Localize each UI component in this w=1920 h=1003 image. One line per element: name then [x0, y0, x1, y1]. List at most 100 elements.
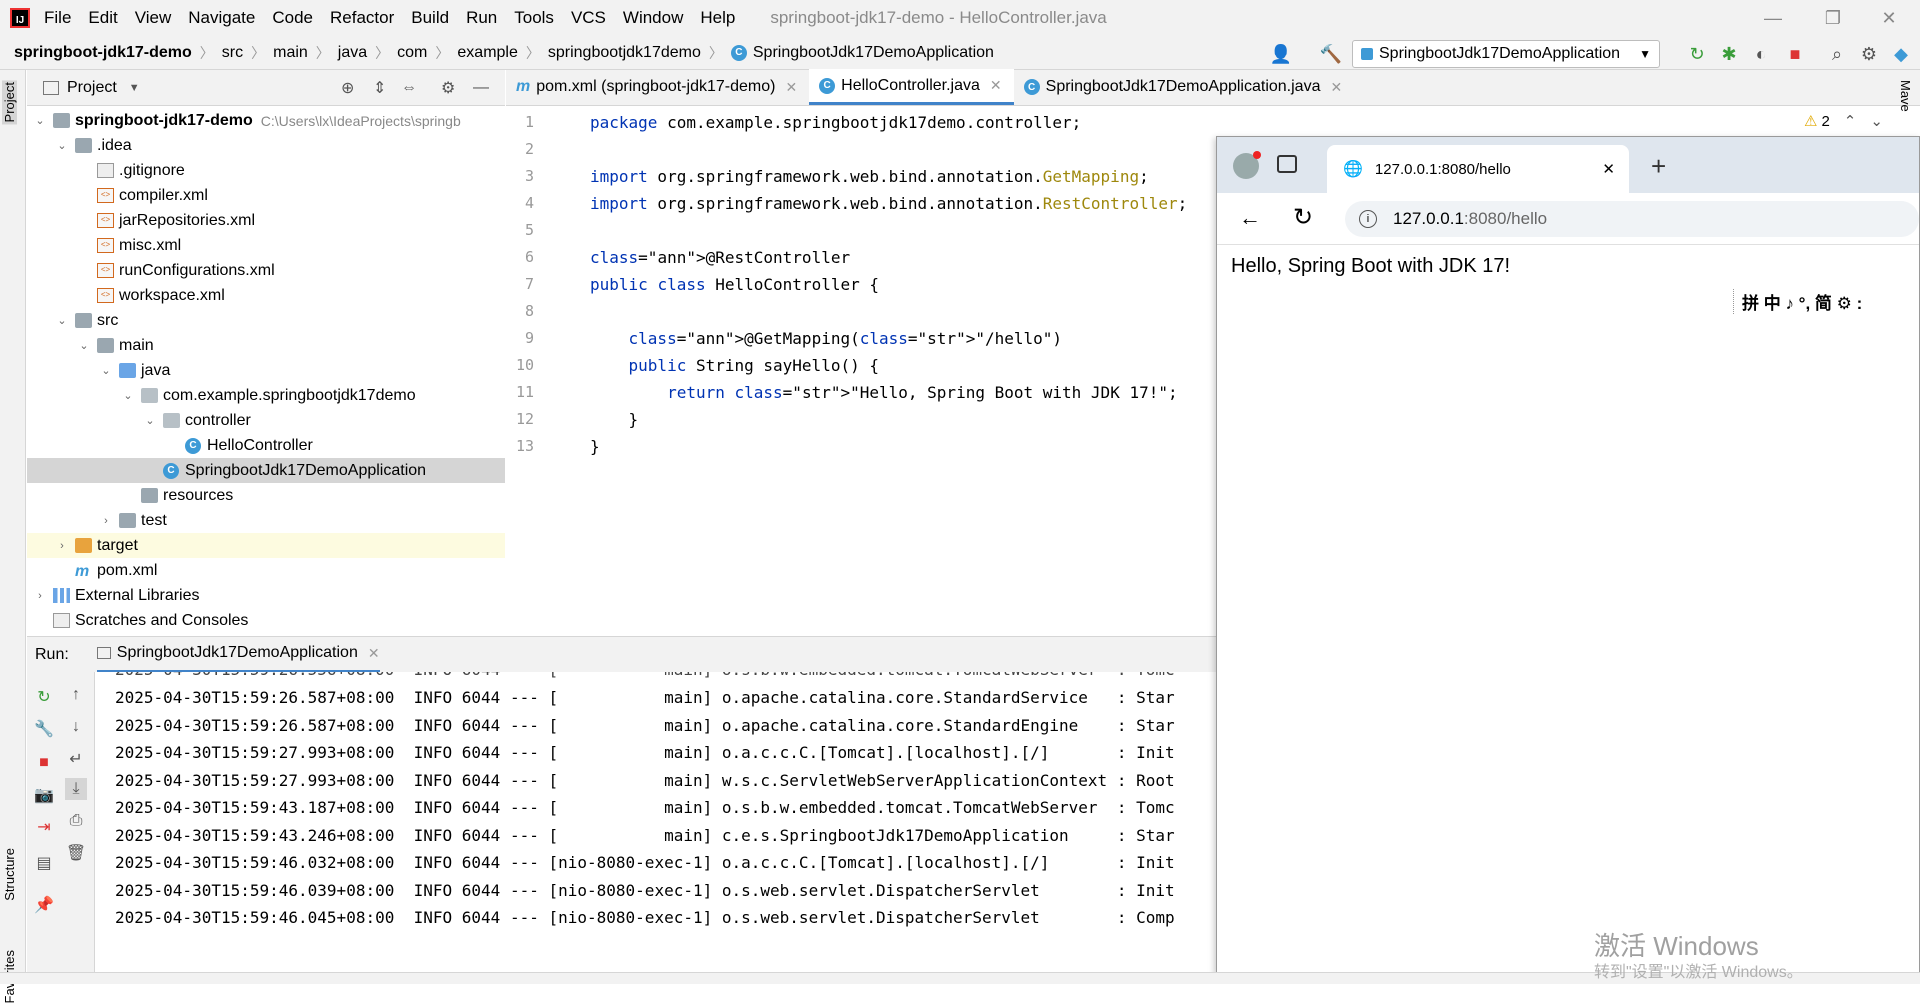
layout-icon[interactable]: ▤: [33, 852, 55, 874]
breadcrumb-package[interactable]: springbootjdk17demo: [548, 44, 701, 62]
build-hammer-icon[interactable]: 🔨: [1318, 42, 1344, 66]
new-tab-icon[interactable]: +: [1651, 151, 1666, 182]
restore-icon[interactable]: ❐: [1806, 0, 1860, 36]
scroll-to-end-icon[interactable]: ⤓: [65, 778, 87, 800]
panel-settings-icon[interactable]: ⚙: [441, 78, 455, 98]
menu-help[interactable]: Help: [700, 8, 735, 28]
tree-item[interactable]: <> runConfigurations.xml: [27, 258, 505, 283]
breadcrumb-src[interactable]: src: [222, 44, 243, 62]
browser-tab[interactable]: 🌐 127.0.0.1:8080/hello ✕: [1327, 145, 1629, 193]
refresh-icon[interactable]: ↻: [1293, 203, 1313, 232]
stop-icon[interactable]: ■: [1782, 42, 1808, 66]
trash-icon[interactable]: 🗑: [65, 842, 87, 864]
rerun-icon[interactable]: ↻: [1684, 42, 1710, 66]
chevron-down-icon[interactable]: ⌄: [55, 139, 69, 152]
project-tool-button[interactable]: Project: [2, 80, 17, 125]
menu-run[interactable]: Run: [466, 8, 497, 28]
close-tab-icon[interactable]: ✕: [785, 79, 797, 96]
chevron-down-icon[interactable]: ⌄: [55, 314, 69, 327]
chevron-down-icon[interactable]: ⌄: [33, 114, 47, 127]
expand-all-icon[interactable]: ⇕: [373, 78, 386, 98]
tree-item[interactable]: ⌄ src: [27, 308, 505, 333]
tab-pom-xml[interactable]: m pom.xml (springboot-jdk17-demo) ✕: [506, 69, 809, 105]
soft-wrap-icon[interactable]: ↵: [65, 748, 87, 770]
chevron-down-icon[interactable]: ▼: [129, 82, 140, 94]
tree-item[interactable]: ⌄ main: [27, 333, 505, 358]
coverage-icon[interactable]: ◐: [1748, 42, 1774, 66]
url-input[interactable]: i 127.0.0.1:8080/hello: [1345, 201, 1919, 237]
chevron-up-icon[interactable]: ⌃: [1844, 112, 1857, 130]
ime-toolbar[interactable]: 拼 中 ♪ °, 简 ⚙ :: [1733, 289, 1862, 314]
chevron-down-icon[interactable]: ⌄: [143, 414, 157, 427]
menu-file[interactable]: File: [44, 8, 71, 28]
tree-item[interactable]: ⌄ com.example.springbootjdk17demo: [27, 383, 505, 408]
breadcrumb-java[interactable]: java: [338, 44, 367, 62]
tree-item[interactable]: m pom.xml: [27, 558, 505, 583]
menu-tools[interactable]: Tools: [514, 8, 554, 28]
chevron-right-icon[interactable]: ›: [33, 590, 47, 602]
chevron-down-icon[interactable]: ⌄: [99, 364, 113, 377]
tree-item[interactable]: resources: [27, 483, 505, 508]
code-editor[interactable]: package com.example.springbootjdk17demo.…: [590, 106, 1220, 636]
minimize-icon[interactable]: —: [1746, 0, 1800, 36]
close-window-icon[interactable]: ✕: [1862, 0, 1916, 36]
tree-item[interactable]: ⌄ java: [27, 358, 505, 383]
stop-icon[interactable]: ■: [33, 752, 55, 774]
tree-item[interactable]: › test: [27, 508, 505, 533]
tree-item[interactable]: <> misc.xml: [27, 233, 505, 258]
menu-edit[interactable]: Edit: [88, 8, 117, 28]
menu-vcs[interactable]: VCS: [571, 8, 606, 28]
menu-navigate[interactable]: Navigate: [188, 8, 255, 28]
tree-item[interactable]: <> workspace.xml: [27, 283, 505, 308]
chevron-right-icon[interactable]: ›: [55, 540, 69, 552]
arrow-down-icon[interactable]: ↓: [65, 716, 87, 738]
structure-tool-button[interactable]: Structure: [2, 848, 17, 901]
console-output[interactable]: 2025-04-30T15:59:26.556+08:00 INFO 6044 …: [96, 672, 1220, 968]
tree-item[interactable]: <> compiler.xml: [27, 183, 505, 208]
profile-avatar-icon[interactable]: [1233, 151, 1261, 179]
tree-item[interactable]: ⌄ .idea: [27, 133, 505, 158]
tree-item[interactable]: Scratches and Consoles: [27, 608, 505, 633]
info-icon[interactable]: i: [1359, 210, 1377, 228]
menu-view[interactable]: View: [135, 8, 172, 28]
print-icon[interactable]: ⎙: [65, 810, 87, 832]
tree-item[interactable]: ⌄ springboot-jdk17-demo C:\Users\lx\IdeaPr…: [27, 108, 505, 133]
close-tab-icon[interactable]: ✕: [368, 645, 380, 662]
back-icon[interactable]: ←: [1239, 205, 1261, 231]
tab-application[interactable]: C SpringbootJdk17DemoApplication.java ✕: [1014, 69, 1355, 105]
run-tab[interactable]: SpringbootJdk17DemoApplication ✕: [96, 637, 380, 673]
project-panel-title[interactable]: Project: [67, 79, 117, 97]
run-configuration-select[interactable]: SpringbootJdk17DemoApplication ▼: [1352, 40, 1660, 68]
close-tab-icon[interactable]: ✕: [1602, 160, 1615, 178]
inspection-widget[interactable]: ⚠ 2 ⌃ ⌄: [1804, 112, 1883, 131]
chevron-down-icon[interactable]: ⌄: [77, 339, 91, 352]
tree-item[interactable]: › target: [27, 533, 505, 558]
hide-panel-icon[interactable]: —: [473, 79, 489, 97]
tree-item[interactable]: › External Libraries: [27, 583, 505, 608]
tab-actions-icon[interactable]: [1277, 155, 1297, 173]
close-tab-icon[interactable]: ✕: [1330, 79, 1342, 96]
locate-icon[interactable]: ⊕: [341, 78, 354, 98]
tree-item[interactable]: <> jarRepositories.xml: [27, 208, 505, 233]
exit-icon[interactable]: ⇥: [33, 816, 55, 838]
close-tab-icon[interactable]: ✕: [990, 77, 1002, 94]
tree-item[interactable]: .gitignore: [27, 158, 505, 183]
user-icon[interactable]: 👤: [1268, 42, 1294, 66]
menu-window[interactable]: Window: [623, 8, 683, 28]
chevron-right-icon[interactable]: ›: [99, 515, 113, 527]
tab-hellocontroller[interactable]: C HelloController.java ✕: [809, 69, 1014, 105]
camera-icon[interactable]: 📷: [33, 784, 55, 806]
tree-item[interactable]: ⌄ controller: [27, 408, 505, 433]
debug-icon[interactable]: ✱: [1716, 42, 1742, 66]
menu-build[interactable]: Build: [411, 8, 449, 28]
breadcrumb-project[interactable]: springboot-jdk17-demo: [14, 44, 192, 62]
rerun-icon[interactable]: ↻: [33, 686, 55, 708]
breadcrumb-class[interactable]: SpringbootJdk17DemoApplication: [753, 44, 994, 62]
arrow-up-icon[interactable]: ↑: [65, 684, 87, 706]
tree-item[interactable]: C HelloController: [27, 433, 505, 458]
maven-tool-button[interactable]: Mave: [1898, 80, 1913, 112]
menu-code[interactable]: Code: [272, 8, 313, 28]
breadcrumb-com[interactable]: com: [397, 44, 427, 62]
tree-item[interactable]: C SpringbootJdk17DemoApplication: [27, 458, 505, 483]
chevron-down-icon[interactable]: ⌄: [1870, 112, 1883, 130]
